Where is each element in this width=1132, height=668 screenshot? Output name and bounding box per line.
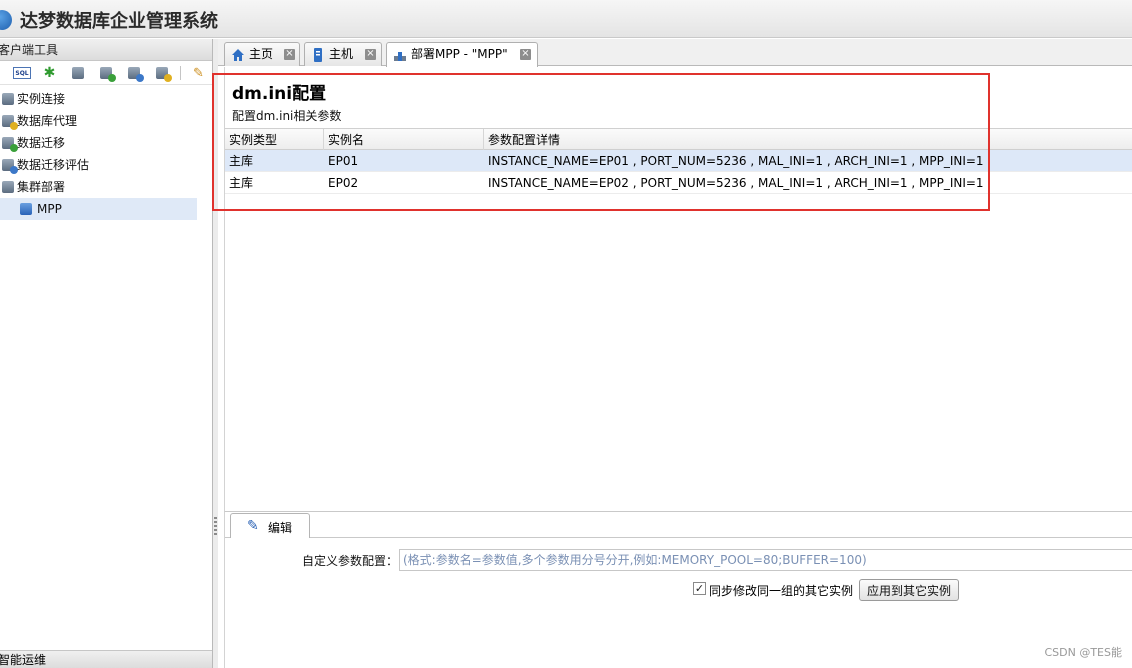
smart-ops-section-header[interactable]: 智能运维 (0, 650, 212, 668)
config-title: dm.ini配置 (232, 84, 327, 104)
sync-checkbox-label: 同步修改同一组的其它实例 (709, 584, 854, 598)
app-title: 达梦数据库企业管理系统 (20, 11, 218, 32)
debug-tool-icon[interactable]: ✱ (41, 65, 58, 81)
column-header-instance-name[interactable]: 实例名 (324, 129, 484, 151)
edit-tab-strip: ✎ 编辑 (225, 512, 1132, 538)
toolbar-separator (180, 66, 181, 80)
close-icon[interactable]: × (520, 49, 531, 60)
cluster-icon (393, 47, 407, 61)
db-agent-tool-icon[interactable] (153, 65, 172, 82)
database-icon (2, 93, 14, 105)
cluster-icon (2, 181, 14, 193)
db-search-tool-icon[interactable] (125, 65, 144, 82)
tree-item-migration-assessment[interactable]: 数据迁移评估 (0, 154, 197, 176)
client-tools-toolbar: SQL ✱ ✎ (0, 61, 212, 85)
migration-icon (2, 137, 18, 152)
custom-param-label: 自定义参数配置： (302, 554, 399, 568)
home-icon (231, 47, 245, 61)
cell-instance-name: EP02 (328, 176, 359, 190)
client-tools-header: 客户端工具 (0, 39, 212, 61)
table-row[interactable]: 主库 EP01 INSTANCE_NAME=EP01 , PORT_NUM=52… (225, 150, 1132, 172)
table-header: 实例类型 实例名 参数配置详情 (225, 128, 1132, 151)
tab-edit[interactable]: ✎ 编辑 (230, 513, 310, 538)
cell-config-detail: INSTANCE_NAME=EP01 , PORT_NUM=5236 , MAL… (488, 154, 984, 168)
app-logo-icon (0, 10, 12, 30)
column-header-config-detail[interactable]: 参数配置详情 (484, 129, 1132, 151)
tab-home[interactable]: 主页 × (224, 42, 300, 66)
database-proxy-icon (2, 115, 18, 130)
db-migrate-tool-icon[interactable] (97, 65, 116, 82)
splitter-grip-icon[interactable] (214, 517, 217, 537)
tree-item-mpp[interactable]: MPP (0, 198, 197, 220)
instance-config-table: 实例类型 实例名 参数配置详情 主库 EP01 INSTANCE_NAME=EP… (225, 128, 1132, 194)
mpp-icon (20, 203, 32, 215)
tree-item-data-migration[interactable]: 数据迁移 (0, 132, 197, 154)
tab-deploy-mpp[interactable]: 部署MPP - "MPP" × (386, 42, 538, 67)
dm-ini-config-panel: dm.ini配置 配置dm.ini相关参数 实例类型 实例名 参数配置详情 主库… (224, 67, 1132, 511)
cell-instance-name: EP01 (328, 154, 359, 168)
cell-instance-type: 主库 (229, 176, 254, 190)
apply-to-other-instances-button[interactable]: 应用到其它实例 (859, 579, 959, 601)
edit-tool-icon[interactable]: ✎ (190, 65, 207, 81)
close-icon[interactable]: × (365, 49, 376, 60)
main-area: 主页 × 主机 × 部署MPP - "MPP" × dm.ini配置 配置dm.… (218, 39, 1132, 668)
config-subtitle: 配置dm.ini相关参数 (232, 109, 342, 123)
title-bar: 达梦数据库企业管理系统 (0, 0, 1132, 38)
tree-item-cluster-deploy[interactable]: 集群部署 (0, 176, 197, 198)
tree-item-db-proxy[interactable]: 数据库代理 (0, 110, 197, 132)
edit-panel: ✎ 编辑 自定义参数配置： ✓ 同步修改同一组的其它实例 应用到其它实例 CSD… (224, 511, 1132, 668)
editor-tab-bar: 主页 × 主机 × 部署MPP - "MPP" × (218, 39, 1132, 67)
tree-item-instance-connect[interactable]: 实例连接 (0, 88, 197, 110)
pencil-icon: ✎ (247, 518, 259, 534)
client-tools-panel: 客户端工具 SQL ✱ ✎ 实例连接 数据库代理 数据迁移 数据迁移评估 集群部… (0, 39, 213, 668)
custom-param-input[interactable] (399, 549, 1132, 571)
column-header-instance-type[interactable]: 实例类型 (225, 129, 324, 151)
cell-instance-type: 主库 (229, 154, 254, 168)
sql-tool-icon[interactable]: SQL (13, 67, 31, 79)
tab-host[interactable]: 主机 × (304, 42, 382, 66)
table-row[interactable]: 主库 EP02 INSTANCE_NAME=EP02 , PORT_NUM=52… (225, 172, 1132, 194)
db-tool-icon[interactable] (69, 65, 86, 81)
watermark: CSDN @TES能 (1044, 646, 1122, 659)
server-icon (311, 47, 325, 62)
cell-config-detail: INSTANCE_NAME=EP02 , PORT_NUM=5236 , MAL… (488, 176, 984, 190)
sync-checkbox[interactable]: ✓ (693, 582, 706, 595)
assessment-icon (2, 159, 18, 174)
close-icon[interactable]: × (284, 49, 295, 60)
